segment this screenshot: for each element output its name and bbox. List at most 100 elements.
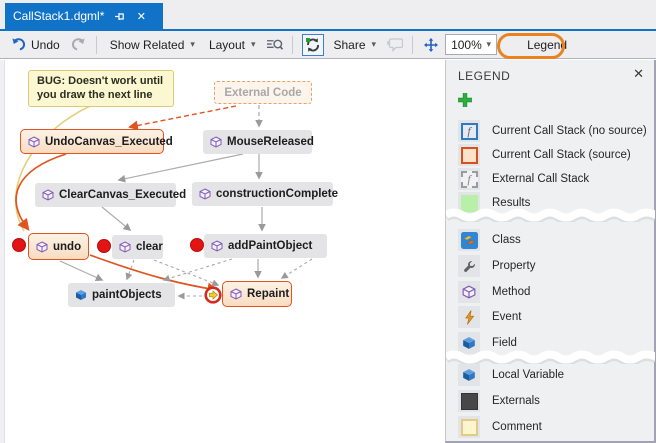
legend-item-local-variable[interactable]: Local Variable [458, 364, 564, 386]
legend-item-label: Class [492, 234, 521, 246]
canvas-gutter [0, 60, 5, 443]
close-icon[interactable]: ✕ [633, 66, 644, 82]
node-label: undo [53, 241, 81, 253]
legend-item-label: External Call Stack [492, 173, 589, 185]
legend-item-class[interactable]: Class [458, 229, 521, 251]
legend-item-label: Current Call Stack (no source) [492, 125, 647, 137]
share-button[interactable]: Share ▾ [330, 36, 381, 54]
graph-node-constructioncomplete[interactable]: constructionComplete [192, 182, 333, 206]
graph-node-undocanvas-executed[interactable]: UndoCanvas_Executed [20, 129, 164, 154]
breakpoint-icon[interactable] [190, 238, 204, 252]
property-icon [458, 255, 480, 277]
torn-edge-divider [446, 350, 655, 364]
method-icon [36, 241, 48, 253]
legend-item-label: Comment [492, 421, 542, 433]
breakpoint-icon[interactable] [97, 239, 111, 253]
redo-icon[interactable] [70, 36, 87, 53]
method-icon [42, 189, 54, 201]
legend-item-event[interactable]: Event [458, 306, 521, 328]
method-icon [211, 240, 223, 252]
legend-item-comment[interactable]: Comment [458, 416, 542, 438]
toolbar-separator [412, 36, 413, 54]
close-icon[interactable]: ✕ [134, 9, 148, 23]
comment-line2: you draw the next line [37, 88, 165, 102]
node-label: External Code [224, 87, 301, 99]
graph-node-addpaintobject[interactable]: addPaintObject [204, 234, 327, 258]
legend-item-current-call-stack-source[interactable]: Current Call Stack (source) [458, 144, 631, 166]
torn-edge-divider [446, 208, 655, 222]
layout-label: Layout [209, 38, 245, 52]
graph-node-external-code[interactable]: External Code [214, 81, 312, 104]
legend-item-label: Property [492, 260, 535, 272]
legend-item-method[interactable]: Method [458, 281, 530, 303]
pin-icon[interactable] [112, 9, 126, 23]
method-icon [230, 288, 242, 300]
tab-title: CallStack1.dgml* [13, 9, 104, 23]
zoom-value: 100% [451, 38, 482, 52]
legend-item-label: Method [492, 286, 530, 298]
node-label: MouseReleased [227, 136, 314, 148]
tab-callstack1[interactable]: CallStack1.dgml* ✕ [5, 3, 163, 29]
zoom-dropdown[interactable]: 100% ▾ [445, 34, 497, 55]
externals-icon [458, 390, 480, 412]
external-call-stack-icon: f [458, 168, 480, 190]
legend-item-property[interactable]: Property [458, 255, 535, 277]
vs-dgml-window: CallStack1.dgml* ✕ Undo Show Related ▾ L… [0, 0, 656, 443]
legend-panel: LEGEND ✕ f Current Call Stack (no source… [445, 60, 656, 443]
graph-node-clear[interactable]: clear [112, 235, 163, 259]
graph-node-paintobjects[interactable]: paintObjects [68, 283, 175, 307]
legend-item-label: Externals [492, 395, 540, 407]
chevron-down-icon: ▾ [487, 39, 492, 50]
node-label: ClearCanvas_Executed [59, 189, 186, 201]
show-related-button[interactable]: Show Related ▾ [106, 36, 199, 54]
add-legend-item-button[interactable] [456, 91, 474, 109]
legend-item-label: Field [492, 337, 517, 349]
chevron-down-icon: ▾ [190, 39, 195, 50]
graph-node-clearcanvas-executed[interactable]: ClearCanvas_Executed [35, 183, 176, 207]
current-statement-icon [204, 286, 222, 304]
node-label: UndoCanvas_Executed [45, 136, 173, 148]
graph-node-undo[interactable]: undo [28, 233, 89, 260]
comment-icon [458, 416, 480, 438]
pan-icon[interactable] [422, 36, 439, 53]
method-icon [119, 241, 131, 253]
legend-item-label: Event [492, 311, 521, 323]
refresh-icon [305, 37, 321, 53]
undo-button[interactable]: Undo [6, 34, 64, 55]
legend-item-label: Current Call Stack (source) [492, 149, 631, 161]
node-label: paintObjects [92, 289, 162, 301]
new-comment-icon[interactable] [386, 36, 403, 53]
node-label: addPaintObject [228, 240, 312, 252]
breakpoint-icon[interactable] [12, 238, 26, 252]
auto-layout-toggle[interactable] [302, 34, 324, 56]
node-label: constructionComplete [216, 188, 338, 200]
undo-label: Undo [31, 38, 60, 52]
bug-comment-note[interactable]: BUG: Doesn't work until you draw the nex… [28, 70, 174, 107]
chevron-down-icon: ▾ [251, 39, 256, 50]
node-label: Repaint [247, 288, 289, 300]
method-icon [458, 281, 480, 303]
field-icon [75, 289, 87, 301]
node-label: clear [136, 241, 163, 253]
current-call-stack-source-icon [458, 144, 480, 166]
share-label: Share [334, 38, 366, 52]
graph-node-repaint[interactable]: Repaint [222, 281, 292, 307]
event-icon [458, 306, 480, 328]
legend-item-externals[interactable]: Externals [458, 390, 540, 412]
legend-title: LEGEND [458, 69, 510, 83]
legend-item-current-call-stack-no-source[interactable]: f Current Call Stack (no source) [458, 120, 647, 142]
legend-button[interactable]: Legend [517, 35, 577, 55]
layout-button[interactable]: Layout ▾ [205, 36, 260, 54]
toolbar-separator [96, 36, 97, 54]
legend-item-external-call-stack[interactable]: f External Call Stack [458, 168, 589, 190]
current-call-stack-no-source-icon: f [458, 120, 480, 142]
graph-node-mousereleased[interactable]: MouseReleased [203, 130, 312, 154]
method-icon [199, 188, 211, 200]
neighborhood-browse-icon[interactable] [266, 36, 283, 53]
method-icon [210, 136, 222, 148]
legend-button-label: Legend [527, 38, 567, 52]
chevron-down-icon: ▾ [372, 39, 377, 50]
tab-bar: CallStack1.dgml* ✕ [0, 0, 656, 29]
comment-line1: BUG: Doesn't work until [37, 74, 165, 88]
class-icon [458, 229, 480, 251]
